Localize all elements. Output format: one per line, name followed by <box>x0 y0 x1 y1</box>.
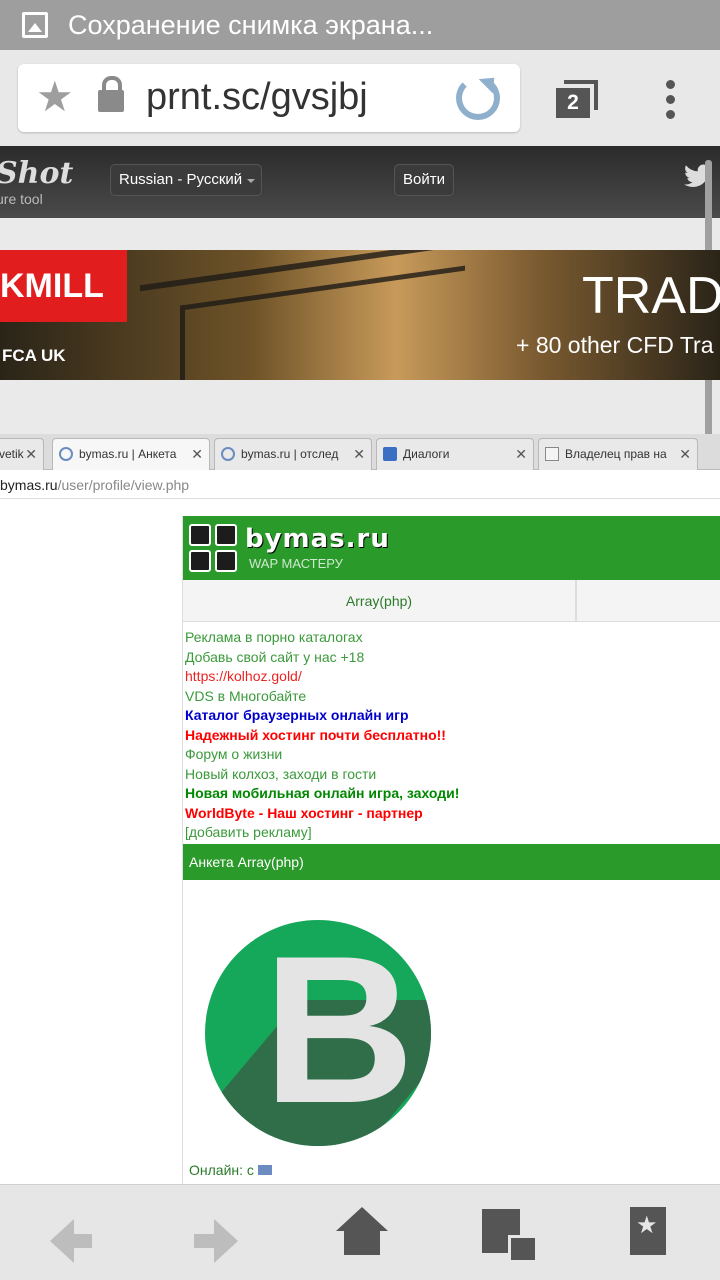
ad-background-image <box>140 250 500 380</box>
lightshot-logo[interactable]: Shot <box>0 156 73 191</box>
close-icon: ✕ <box>353 446 365 462</box>
close-icon: ✕ <box>679 446 691 462</box>
inner-tab-label: bymas.ru | отслед <box>241 447 339 461</box>
inner-tab: Диалоги ✕ <box>376 438 534 470</box>
browser-toolbar: ★ prnt.sc/gvsjbj 2 <box>0 50 720 146</box>
inner-tab: Владелец прав на ✕ <box>538 438 698 470</box>
notification-bar: Сохранение снимка экрана... <box>0 0 720 50</box>
ad-headline: TRADI <box>582 267 720 325</box>
inner-tab: bymas.ru | отслед ✕ <box>214 438 372 470</box>
dialog-icon <box>383 447 397 461</box>
ad-link[interactable]: Реклама в порно каталогах <box>185 628 715 648</box>
url-text[interactable]: prnt.sc/gvsjbj <box>146 76 368 119</box>
home-icon <box>336 1207 388 1255</box>
site-header: bymas.ru WAP МАСТЕРУ <box>183 516 720 580</box>
ad-link[interactable]: https://kolhoz.gold/ <box>185 667 715 687</box>
ad-link[interactable]: Форум о жизни <box>185 745 715 765</box>
ad-link[interactable]: Добавь свой сайт у нас +18 <box>185 648 715 668</box>
inner-tab-label: Владелец прав на <box>565 447 667 461</box>
home-button[interactable] <box>332 1205 392 1261</box>
forward-button[interactable] <box>194 1205 254 1263</box>
language-select[interactable]: Russian - Русский <box>110 164 262 196</box>
ad-links-list: Реклама в порно каталогах Добавь свой сай… <box>185 628 715 843</box>
lightshot-tagline: ure tool <box>0 191 43 207</box>
online-status: Онлайн: с <box>189 1162 272 1178</box>
site-tagline: WAP МАСТЕРУ <box>249 556 343 571</box>
notification-title: Сохранение снимка экрана... <box>68 10 434 40</box>
ad-link[interactable]: [добавить рекламу] <box>185 823 715 843</box>
inner-tab-strip: vetik ✕ bymas.ru | Анкета ✕ bymas.ru | о… <box>0 434 720 470</box>
ad-link[interactable]: VDS в Многобайте <box>185 687 715 707</box>
avatar-letter: B <box>263 920 415 1146</box>
star-icon[interactable]: ★ <box>36 76 74 118</box>
nav-item: Array(php) <box>183 580 577 622</box>
ad-link[interactable]: Новая мобильная онлайн игра, заходи! <box>185 784 715 804</box>
address-bar[interactable]: ★ prnt.sc/gvsjbj <box>18 64 520 132</box>
bymas-site: bymas.ru WAP МАСТЕРУ Array(php) Реклама … <box>182 516 720 1184</box>
ad-link[interactable]: Надежный хостинг почти бесплатно!! <box>185 726 715 746</box>
wifi-icon <box>221 447 235 461</box>
ad-banner[interactable]: KMILL FCA UK TRADI + 80 other CFD Tra <box>0 250 720 380</box>
inner-tab: vetik ✕ <box>0 438 44 470</box>
image-icon <box>257 1165 272 1175</box>
close-icon: ✕ <box>191 446 203 462</box>
ad-link[interactable]: Новый колхоз, заходи в гости <box>185 765 715 785</box>
bookmark-icon <box>630 1207 666 1255</box>
profile-title: Анкета Array(php) <box>183 844 720 880</box>
wifi-icon <box>59 447 73 461</box>
reader-icon <box>482 1209 538 1263</box>
tab-switcher-button[interactable]: 2 <box>556 80 598 118</box>
language-label: Russian - Русский <box>119 171 243 188</box>
reading-mode-button[interactable] <box>478 1205 538 1263</box>
ad-link[interactable]: Каталог браузерных онлайн игр <box>185 706 715 726</box>
overflow-menu-icon[interactable] <box>666 80 676 119</box>
inner-url-host: bymas.ru <box>0 477 58 493</box>
avatar: B <box>205 920 431 1146</box>
site-nav: Array(php) <box>183 580 720 622</box>
reload-icon[interactable] <box>456 76 500 120</box>
bookmarks-button[interactable] <box>620 1205 680 1261</box>
inner-tab-label: bymas.ru | Анкета <box>79 447 177 461</box>
inner-tab-label: vetik <box>0 447 24 461</box>
captured-screenshot: vetik ✕ bymas.ru | Анкета ✕ bymas.ru | о… <box>0 434 720 1184</box>
ad-link[interactable]: WorldByte - Наш хостинг - партнер <box>185 804 715 824</box>
chevron-down-icon <box>247 179 255 183</box>
online-label: Онлайн: с <box>189 1162 254 1178</box>
inner-tab: bymas.ru | Анкета ✕ <box>52 438 210 470</box>
ad-subline: + 80 other CFD Tra <box>516 332 714 358</box>
tab-count: 2 <box>556 88 590 118</box>
site-logo-icon <box>189 524 241 574</box>
web-page: Shot ure tool Russian - Русский Войти KM… <box>0 146 720 1184</box>
close-icon: ✕ <box>25 446 37 462</box>
inner-address-bar: bymas.ru/user/profile/view.php <box>0 471 720 499</box>
lock-icon <box>98 76 124 112</box>
ad-fca-text: FCA UK <box>2 346 66 365</box>
site-name: bymas.ru <box>245 524 390 554</box>
arrow-left-icon <box>50 1219 92 1263</box>
lightshot-header: Shot ure tool Russian - Русский Войти <box>0 146 720 218</box>
arrow-right-icon <box>194 1219 238 1263</box>
inner-url-path: /user/profile/view.php <box>57 477 190 493</box>
ad-brand: KMILL <box>0 250 127 322</box>
vc-icon <box>545 447 559 461</box>
bottom-toolbar <box>0 1184 720 1280</box>
screenshot-icon <box>22 12 48 38</box>
inner-tab-label: Диалоги <box>403 447 450 461</box>
back-button[interactable] <box>50 1205 110 1263</box>
close-icon: ✕ <box>515 446 527 462</box>
login-button[interactable]: Войти <box>394 164 454 196</box>
